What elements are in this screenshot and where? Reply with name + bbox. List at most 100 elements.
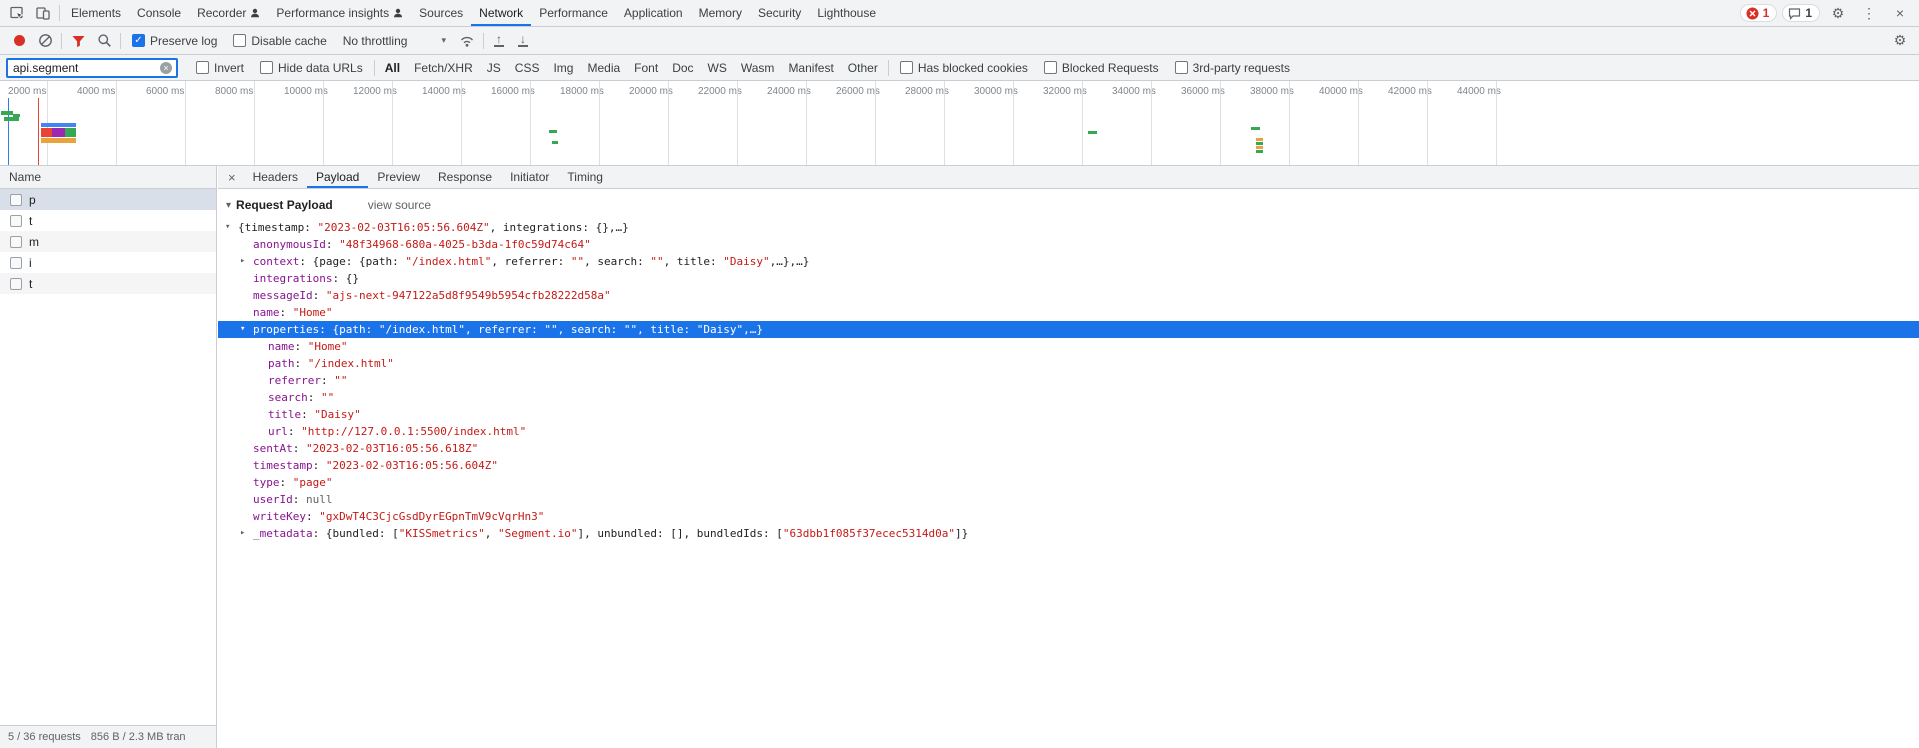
payload-tree-row[interactable]: name: "Home" xyxy=(218,338,1919,355)
payload-tree-row[interactable]: writeKey: "gxDwT4C3CjcGsdDyrEGpnTmV9cVqr… xyxy=(218,508,1919,525)
payload-tree-row[interactable]: anonymousId: "48f34968-680a-4025-b3da-1f… xyxy=(218,236,1919,253)
filter-type-fetch-xhr[interactable]: Fetch/XHR xyxy=(414,61,473,75)
tab-security[interactable]: Security xyxy=(750,0,809,26)
tab-lighthouse[interactable]: Lighthouse xyxy=(809,0,884,26)
detail-tab-headers[interactable]: Headers xyxy=(244,166,307,188)
request-row[interactable]: p xyxy=(0,189,216,210)
payload-tree-row[interactable]: path: "/index.html" xyxy=(218,355,1919,372)
payload-tree-row[interactable]: name: "Home" xyxy=(218,304,1919,321)
filter-type-wasm[interactable]: Wasm xyxy=(741,61,775,75)
inspect-element-icon[interactable] xyxy=(4,1,30,25)
expander-closed-icon[interactable]: ▸ xyxy=(240,525,253,542)
filter-type-all[interactable]: All xyxy=(385,61,400,75)
detail-tab-timing[interactable]: Timing xyxy=(558,166,612,188)
third-party-requests-checkbox[interactable]: 3rd-party requests xyxy=(1174,61,1290,75)
tab-elements[interactable]: Elements xyxy=(63,0,129,26)
filter-type-doc[interactable]: Doc xyxy=(672,61,693,75)
tab-memory[interactable]: Memory xyxy=(691,0,750,26)
hide-data-urls-checkbox[interactable]: Hide data URLs xyxy=(260,61,363,75)
clear-network-log-button[interactable] xyxy=(32,29,58,53)
payload-tree-row[interactable]: type: "page" xyxy=(218,474,1919,491)
json-string-value: "Segment.io" xyxy=(498,527,578,540)
request-payload-section-header[interactable]: ▾ Request Payload view source xyxy=(218,195,1919,219)
requests-panel: Name ptmit 5 / 36 requests 856 B / 2.3 M… xyxy=(0,166,217,748)
file-icon xyxy=(10,235,22,248)
disable-cache-checkbox[interactable]: Disable cache xyxy=(233,34,327,48)
expander-open-icon[interactable]: ▾ xyxy=(225,219,238,236)
close-detail-icon[interactable]: × xyxy=(218,170,244,185)
payload-tree-row[interactable]: ▾ {timestamp: "2023-02-03T16:05:56.604Z",… xyxy=(218,219,1919,236)
filter-type-js[interactable]: JS xyxy=(487,61,501,75)
divider xyxy=(373,59,375,76)
arrow-down-icon: ↓ xyxy=(519,32,526,46)
clear-filter-icon[interactable]: × xyxy=(160,61,172,74)
filter-funnel-icon[interactable] xyxy=(65,29,91,53)
tab-sources[interactable]: Sources xyxy=(411,0,471,26)
blocked-requests-checkbox[interactable]: Blocked Requests xyxy=(1043,61,1159,75)
json-string-value: "Daisy" xyxy=(696,323,744,336)
close-devtools-icon[interactable]: × xyxy=(1887,1,1913,25)
expander-closed-icon[interactable]: ▸ xyxy=(240,253,253,270)
tab-console[interactable]: Console xyxy=(129,0,189,26)
filter-type-ws[interactable]: WS xyxy=(708,61,727,75)
filter-type-css[interactable]: CSS xyxy=(515,61,540,75)
payload-tree-row[interactable]: ▸ context: {page: {path: "/index.html", r… xyxy=(218,253,1919,270)
payload-tree-row[interactable]: url: "http://127.0.0.1:5500/index.html" xyxy=(218,423,1919,440)
has-blocked-cookies-checkbox[interactable]: Has blocked cookies xyxy=(899,61,1028,75)
request-row[interactable]: t xyxy=(0,273,216,294)
detail-tab-payload[interactable]: Payload xyxy=(306,166,369,188)
payload-tree-row[interactable]: timestamp: "2023-02-03T16:05:56.604Z" xyxy=(218,457,1919,474)
json-punctuation: : xyxy=(294,340,308,353)
tab-network[interactable]: Network xyxy=(471,0,532,26)
issues-count-badge[interactable]: 1 xyxy=(1782,4,1820,22)
detail-tab-response[interactable]: Response xyxy=(429,166,501,188)
settings-gear-icon[interactable]: ⚙ xyxy=(1825,1,1851,25)
payload-tree-row[interactable]: ▸ _metadata: {bundled: ["KISSmetrics", "S… xyxy=(218,525,1919,542)
filter-type-other[interactable]: Other xyxy=(848,61,878,75)
payload-tree-row[interactable]: userId: null xyxy=(218,491,1919,508)
name-column-header[interactable]: Name xyxy=(0,166,216,189)
device-toolbar-icon[interactable] xyxy=(30,1,56,25)
payload-tree-row[interactable]: messageId: "ajs-next-947122a5d8f9549b595… xyxy=(218,287,1919,304)
expander-open-icon[interactable]: ▾ xyxy=(240,321,253,338)
filter-type-media[interactable]: Media xyxy=(587,61,620,75)
tab-recorder[interactable]: Recorder xyxy=(189,0,268,26)
filter-type-font[interactable]: Font xyxy=(634,61,658,75)
json-string-value: "48f34968-680a-4025-b3da-1f0c59d74c64" xyxy=(339,238,591,251)
network-conditions-icon[interactable] xyxy=(454,29,480,53)
import-har-icon[interactable]: ↑ xyxy=(487,29,511,53)
payload-tree-row[interactable]: sentAt: "2023-02-03T16:05:56.618Z" xyxy=(218,440,1919,457)
detail-tab-preview[interactable]: Preview xyxy=(368,166,429,188)
tab-performance-insights[interactable]: Performance insights xyxy=(268,0,411,26)
network-settings-gear-icon[interactable]: ⚙ xyxy=(1887,29,1913,53)
network-overview-timeline[interactable]: 2000 ms 4000 ms 6000 ms 8000 ms 10000 ms 1200… xyxy=(0,81,1919,166)
filter-type-manifest[interactable]: Manifest xyxy=(788,61,833,75)
payload-tree-row[interactable]: integrations: {} xyxy=(218,270,1919,287)
invert-checkbox[interactable]: Invert xyxy=(196,61,244,75)
tab-performance[interactable]: Performance xyxy=(531,0,616,26)
request-row[interactable]: t xyxy=(0,210,216,231)
kebab-menu-icon[interactable]: ⋮ xyxy=(1856,1,1882,25)
timeline-gridline xyxy=(668,81,669,165)
payload-tree-row[interactable]: referrer: "" xyxy=(218,372,1919,389)
detail-tab-initiator[interactable]: Initiator xyxy=(501,166,558,188)
search-icon[interactable] xyxy=(91,29,117,53)
view-source-link[interactable]: view source xyxy=(368,198,431,212)
request-row[interactable]: m xyxy=(0,231,216,252)
payload-tree-row[interactable]: search: "" xyxy=(218,389,1919,406)
filter-type-img[interactable]: Img xyxy=(553,61,573,75)
record-network-log-button[interactable] xyxy=(6,29,32,53)
payload-tree-row[interactable]: title: "Daisy" xyxy=(218,406,1919,423)
disclosure-open-icon[interactable]: ▾ xyxy=(226,200,231,211)
export-har-icon[interactable]: ↓ xyxy=(511,29,535,53)
tab-application[interactable]: Application xyxy=(616,0,691,26)
timeline-gridline xyxy=(116,81,117,165)
payload-tree-row[interactable]: ▾ properties: {path: "/index.html", refer… xyxy=(218,321,1919,338)
filter-input[interactable]: api.segment × xyxy=(6,57,178,78)
divider xyxy=(482,32,484,49)
tab-label: Network xyxy=(479,6,524,20)
preserve-log-checkbox[interactable]: ✓ Preserve log xyxy=(132,34,217,48)
request-row[interactable]: i xyxy=(0,252,216,273)
error-count-badge[interactable]: 1 xyxy=(1739,4,1778,22)
throttling-select[interactable]: No throttling ▾ xyxy=(343,34,446,48)
